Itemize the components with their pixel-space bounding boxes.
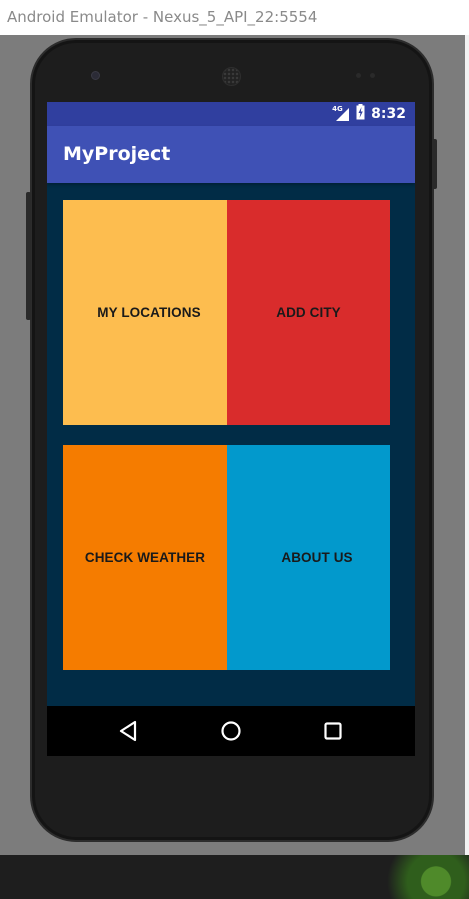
battery-icon [356, 103, 365, 125]
network-type: 4G [332, 105, 343, 113]
power-button[interactable] [432, 139, 437, 189]
volume-button[interactable] [26, 192, 31, 320]
about-us-label: ABOUT US [281, 550, 353, 565]
add-city-label: ADD CITY [276, 305, 341, 320]
recents-icon[interactable] [320, 718, 346, 744]
signal-icon: 4G [332, 105, 350, 122]
proximity-sensor-icon [356, 73, 361, 78]
emulator-window-title: Android Emulator - Nexus_5_API_22:5554 [0, 0, 469, 35]
check-weather-label: CHECK WEATHER [84, 550, 206, 565]
desktop-wallpaper-detail [359, 855, 469, 899]
status-time: 8:32 [371, 106, 406, 122]
desktop-background [0, 855, 469, 899]
app-title: MyProject [63, 143, 171, 165]
check-weather-button[interactable]: CHECK WEATHER [63, 445, 227, 670]
about-us-button[interactable]: ABOUT US [227, 445, 390, 670]
my-locations-label: MY LOCATIONS [97, 305, 201, 320]
phone-screen: 4G 8:32 MyProject MY LOCATIONS ADD CITY … [47, 102, 415, 756]
navigation-bar [47, 706, 415, 756]
front-camera-icon [91, 71, 100, 80]
my-locations-button[interactable]: MY LOCATIONS [63, 200, 227, 425]
earpiece-speaker-icon [222, 67, 241, 86]
light-sensor-icon [370, 73, 375, 78]
app-bar: MyProject [47, 126, 415, 183]
home-icon[interactable] [218, 718, 244, 744]
back-icon[interactable] [116, 718, 142, 744]
window-edge [465, 35, 469, 855]
status-bar: 4G 8:32 [47, 102, 415, 126]
add-city-button[interactable]: ADD CITY [227, 200, 390, 425]
